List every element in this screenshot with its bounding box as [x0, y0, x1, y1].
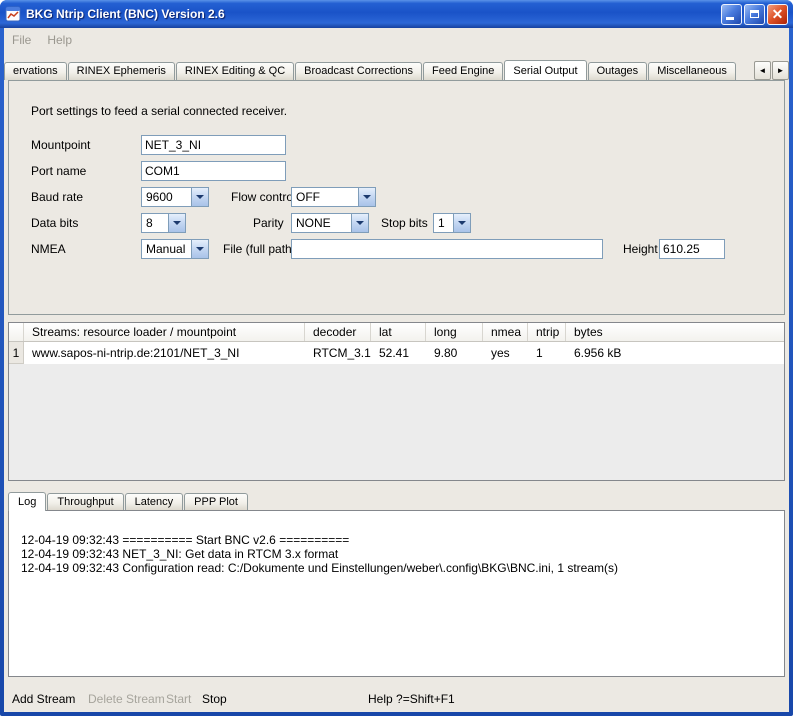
client-area: File Help ervations RINEX Ephemeris RINE…	[4, 28, 789, 712]
nmea-value: Manual	[142, 242, 191, 256]
streams-table: Streams: resource loader / mountpoint de…	[8, 322, 785, 481]
start-button[interactable]: Start	[162, 690, 195, 708]
cell-decoder: RTCM_3.1	[305, 342, 371, 364]
stop-bits-value: 1	[434, 216, 453, 230]
menu-help[interactable]: Help	[47, 33, 72, 47]
cell-mountpoint: www.sapos-ni-ntrip.de:2101/NET_3_NI	[24, 342, 305, 364]
titlebar[interactable]: BKG Ntrip Client (BNC) Version 2.6 ✕	[0, 0, 793, 28]
table-row[interactable]: 1 www.sapos-ni-ntrip.de:2101/NET_3_NI RT…	[9, 342, 784, 364]
header-decoder: decoder	[305, 323, 371, 341]
tab-latency[interactable]: Latency	[125, 493, 184, 510]
flow-control-label: Flow control	[231, 190, 296, 204]
tab-outages[interactable]: Outages	[588, 62, 648, 80]
tab-serial-output[interactable]: Serial Output	[504, 60, 586, 80]
add-stream-button[interactable]: Add Stream	[8, 690, 79, 708]
tab-rinex-ephemeris[interactable]: RINEX Ephemeris	[68, 62, 175, 80]
chevron-down-icon[interactable]	[191, 188, 208, 206]
tab-ppp-plot[interactable]: PPP Plot	[184, 493, 248, 510]
stop-bits-label: Stop bits	[381, 216, 428, 230]
flow-control-value: OFF	[292, 190, 358, 204]
close-icon: ✕	[772, 6, 784, 22]
menubar: File Help	[4, 28, 789, 52]
minimize-icon	[726, 17, 734, 20]
tab-rinex-editing-qc[interactable]: RINEX Editing & QC	[176, 62, 294, 80]
baud-rate-label: Baud rate	[31, 190, 83, 204]
header-ntrip: ntrip	[528, 323, 566, 341]
mountpoint-input[interactable]	[141, 135, 286, 155]
header-lat: lat	[371, 323, 426, 341]
maximize-icon	[750, 10, 759, 18]
header-mountpoint: Streams: resource loader / mountpoint	[24, 323, 305, 341]
window-title: BKG Ntrip Client (BNC) Version 2.6	[26, 7, 719, 21]
chevron-down-icon[interactable]	[168, 214, 185, 232]
stop-button[interactable]: Stop	[198, 690, 231, 708]
parity-value: NONE	[292, 216, 351, 230]
delete-stream-button[interactable]: Delete Stream	[84, 690, 169, 708]
menu-file[interactable]: File	[12, 33, 31, 47]
cell-nmea: yes	[483, 342, 528, 364]
chevron-down-icon[interactable]	[191, 240, 208, 258]
tab-scroll-buttons: ◄ ►	[753, 61, 789, 80]
tab-broadcast-corrections[interactable]: Broadcast Corrections	[295, 62, 422, 80]
close-button[interactable]: ✕	[767, 4, 788, 25]
nmea-select[interactable]: Manual	[141, 239, 209, 259]
tab-throughput[interactable]: Throughput	[47, 493, 123, 510]
maximize-button[interactable]	[744, 4, 765, 25]
height-input[interactable]	[659, 239, 725, 259]
mountpoint-label: Mountpoint	[31, 138, 90, 152]
tab-scroll-left-icon[interactable]: ◄	[754, 61, 771, 80]
header-long: long	[426, 323, 483, 341]
port-name-label: Port name	[31, 164, 86, 178]
bnc-window: BKG Ntrip Client (BNC) Version 2.6 ✕ Fil…	[0, 0, 793, 716]
baud-rate-value: 9600	[142, 190, 191, 204]
tab-miscellaneous[interactable]: Miscellaneous	[648, 62, 736, 80]
app-icon	[5, 6, 21, 22]
chevron-down-icon[interactable]	[358, 188, 375, 206]
log-line: 12-04-19 09:32:43 ========== Start BNC v…	[21, 533, 774, 547]
file-path-input[interactable]	[291, 239, 603, 259]
log-line: 12-04-19 09:32:43 Configuration read: C:…	[21, 561, 774, 575]
panel-description: Port settings to feed a serial connected…	[31, 104, 287, 118]
flow-control-select[interactable]: OFF	[291, 187, 376, 207]
streams-table-header: Streams: resource loader / mountpoint de…	[9, 323, 784, 342]
data-bits-label: Data bits	[31, 216, 78, 230]
cell-long: 9.80	[426, 342, 483, 364]
log-lines: 12-04-19 09:32:43 ========== Start BNC v…	[9, 511, 784, 575]
minimize-button[interactable]	[721, 4, 742, 25]
header-rownum	[9, 323, 24, 341]
stop-bits-select[interactable]: 1	[433, 213, 471, 233]
chevron-down-icon[interactable]	[351, 214, 368, 232]
bottom-tabbar: Log Throughput Latency PPP Plot	[8, 492, 249, 510]
chevron-down-icon[interactable]	[453, 214, 470, 232]
table-empty-area	[9, 364, 784, 480]
tab-scroll-right-icon[interactable]: ►	[772, 61, 789, 80]
header-nmea: nmea	[483, 323, 528, 341]
log-line: 12-04-19 09:32:43 NET_3_NI: Get data in …	[21, 547, 774, 561]
height-label: Height	[623, 242, 658, 256]
nmea-label: NMEA	[31, 242, 66, 256]
row-number: 1	[9, 342, 24, 364]
tab-observations[interactable]: ervations	[4, 62, 67, 80]
cell-ntrip: 1	[528, 342, 566, 364]
cell-bytes: 6.956 kB	[566, 342, 784, 364]
log-panel[interactable]: 12-04-19 09:32:43 ========== Start BNC v…	[8, 510, 785, 677]
serial-output-panel: Port settings to feed a serial connected…	[8, 80, 785, 315]
baud-rate-select[interactable]: 9600	[141, 187, 209, 207]
file-path-label: File (full path)	[223, 242, 296, 256]
tab-feed-engine[interactable]: Feed Engine	[423, 62, 503, 80]
header-bytes: bytes	[566, 323, 784, 341]
data-bits-select[interactable]: 8	[141, 213, 186, 233]
parity-select[interactable]: NONE	[291, 213, 369, 233]
main-tabbar: ervations RINEX Ephemeris RINEX Editing …	[4, 59, 747, 80]
port-name-input[interactable]	[141, 161, 286, 181]
help-shortcut-label: Help ?=Shift+F1	[368, 692, 455, 706]
data-bits-value: 8	[142, 216, 168, 230]
cell-lat: 52.41	[371, 342, 426, 364]
tab-log[interactable]: Log	[8, 492, 46, 511]
footer-bar: Add Stream Delete Stream Start Stop Help…	[4, 690, 789, 710]
parity-label: Parity	[253, 216, 284, 230]
